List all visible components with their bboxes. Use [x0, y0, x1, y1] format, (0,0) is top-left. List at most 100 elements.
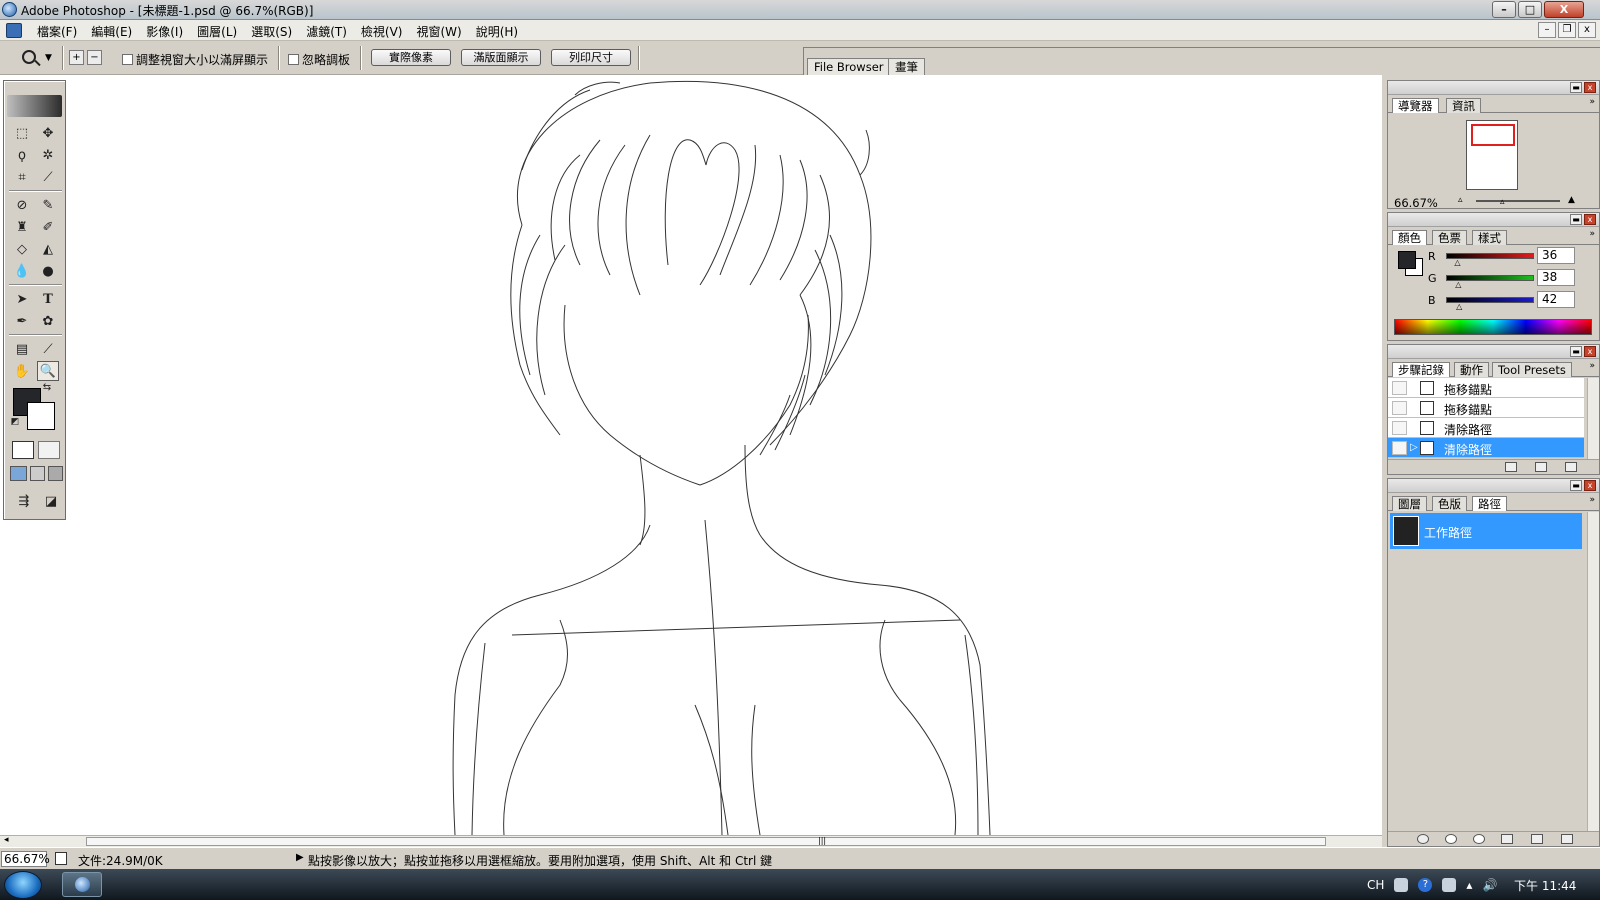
eraser-tool-icon[interactable]: ◇: [11, 239, 33, 259]
history-scrollbar[interactable]: [1587, 378, 1599, 460]
path-item-work-path[interactable]: 工作路徑: [1390, 513, 1582, 549]
eyedropper-tool-icon[interactable]: ⟋: [37, 339, 59, 359]
stroke-path-icon[interactable]: [1445, 834, 1457, 844]
type-tool-icon[interactable]: T: [37, 289, 59, 309]
menu-file[interactable]: 檔案(F): [30, 23, 84, 40]
dodge-tool-icon[interactable]: ●: [37, 261, 59, 281]
crop-tool-icon[interactable]: ⌗: [11, 167, 33, 187]
history-item[interactable]: 清除路徑: [1388, 418, 1584, 438]
language-indicator[interactable]: CH: [1367, 878, 1384, 892]
tab-info[interactable]: 資訊: [1446, 98, 1481, 113]
tab-swatches[interactable]: 色票: [1432, 230, 1467, 245]
clone-stamp-tool-icon[interactable]: ♜: [11, 217, 33, 237]
navigator-zoom-slider[interactable]: [1476, 200, 1560, 202]
path-selection-tool-icon[interactable]: ➤: [11, 289, 33, 309]
palette-header[interactable]: ▬ x: [1388, 345, 1599, 359]
navigator-view-box[interactable]: [1471, 124, 1515, 146]
pen-tool-icon[interactable]: ✒: [11, 311, 33, 331]
history-item[interactable]: 拖移錨點: [1388, 378, 1584, 398]
palette-close-button[interactable]: x: [1584, 346, 1596, 357]
make-work-path-icon[interactable]: [1501, 834, 1513, 844]
history-source-checkbox[interactable]: [1392, 381, 1407, 395]
minimize-button[interactable]: –: [1492, 1, 1516, 18]
menu-layer[interactable]: 圖層(L): [190, 23, 244, 40]
green-value-field[interactable]: 38: [1537, 269, 1575, 286]
menu-select[interactable]: 選取(S): [244, 23, 299, 40]
keyboard-icon[interactable]: [1394, 877, 1409, 892]
standard-mode-button[interactable]: [12, 441, 34, 459]
palette-minimize-button[interactable]: ▬: [1570, 214, 1582, 225]
new-path-icon[interactable]: [1531, 834, 1543, 844]
tab-channels[interactable]: 色版: [1432, 496, 1467, 511]
swap-colors-icon[interactable]: ⇆: [40, 381, 54, 393]
document-size-info[interactable]: 文件:24.9M/0K: [78, 852, 163, 869]
tab-brushes[interactable]: 畫筆: [888, 58, 925, 75]
zoom-in-icon[interactable]: +: [69, 50, 84, 65]
lasso-tool-icon[interactable]: ϙ: [11, 145, 33, 165]
palette-menu-icon[interactable]: »: [1589, 361, 1595, 371]
history-source-checkbox[interactable]: [1392, 401, 1407, 415]
load-path-as-selection-icon[interactable]: [1473, 834, 1485, 844]
taskbar-photoshop-button[interactable]: [62, 872, 102, 897]
slice-tool-icon[interactable]: ⟋: [37, 167, 59, 187]
menu-help[interactable]: 說明(H): [469, 23, 525, 40]
brush-tool-icon[interactable]: ✎: [37, 195, 59, 215]
hand-tool-icon[interactable]: ✋: [11, 361, 33, 381]
custom-shape-tool-icon[interactable]: ✿: [37, 311, 59, 331]
new-snapshot-icon[interactable]: [1535, 462, 1547, 472]
history-source-checkbox[interactable]: [1392, 421, 1407, 435]
actual-pixels-button[interactable]: 實際像素: [371, 49, 451, 66]
palette-close-button[interactable]: x: [1584, 214, 1596, 225]
blue-slider-handle[interactable]: △: [1456, 302, 1462, 311]
document-canvas[interactable]: [0, 75, 1382, 835]
delete-state-icon[interactable]: [1565, 462, 1577, 472]
new-document-from-state-icon[interactable]: [1505, 462, 1517, 472]
tab-layers[interactable]: 圖層: [1392, 496, 1427, 511]
paths-scrollbar[interactable]: [1587, 512, 1599, 832]
navigator-thumbnail[interactable]: [1466, 120, 1518, 190]
clock[interactable]: 下午 11:44: [1514, 877, 1576, 894]
zoom-in-small-icon[interactable]: ▲: [1568, 195, 1575, 205]
palette-close-button[interactable]: x: [1584, 82, 1596, 93]
green-slider-handle[interactable]: △: [1455, 280, 1461, 289]
zoom-tool-icon[interactable]: [22, 50, 36, 64]
ignore-palettes-option[interactable]: 忽略調板: [288, 51, 350, 68]
navigator-slider-handle[interactable]: ▵: [1500, 197, 1505, 207]
palette-minimize-button[interactable]: ▬: [1570, 346, 1582, 357]
default-colors-icon[interactable]: ◩: [9, 416, 21, 428]
zoom-tool-icon[interactable]: 🔍: [37, 361, 59, 381]
blur-tool-icon[interactable]: 💧: [11, 261, 33, 281]
tab-navigator[interactable]: 導覽器: [1392, 98, 1439, 113]
start-button[interactable]: [4, 871, 42, 899]
full-screen-mode-icon[interactable]: [48, 466, 63, 481]
scroll-thumb[interactable]: [86, 837, 1326, 846]
tab-styles[interactable]: 樣式: [1472, 230, 1507, 245]
imageready-icon[interactable]: ◪: [40, 491, 62, 511]
adobe-online-button[interactable]: [7, 95, 62, 117]
menu-image[interactable]: 影像(I): [139, 23, 190, 40]
magic-wand-tool-icon[interactable]: ✲: [37, 145, 59, 165]
document-menu-icon[interactable]: [6, 23, 22, 38]
standard-screen-mode-icon[interactable]: [10, 466, 27, 481]
history-source-checkbox[interactable]: [1392, 441, 1407, 455]
notes-tool-icon[interactable]: ▤: [11, 339, 33, 359]
menu-view[interactable]: 檢視(V): [354, 23, 410, 40]
palette-menu-icon[interactable]: »: [1589, 97, 1595, 107]
status-zoom-field[interactable]: 66.67%: [1, 851, 50, 867]
status-menu-arrow-icon[interactable]: ▶: [296, 852, 304, 863]
menu-edit[interactable]: 編輯(E): [84, 23, 139, 40]
palette-menu-icon[interactable]: »: [1589, 495, 1595, 505]
red-slider-handle[interactable]: △: [1454, 258, 1460, 267]
doc-minimize-button[interactable]: –: [1538, 22, 1556, 38]
doc-restore-button[interactable]: ❐: [1558, 22, 1576, 38]
move-tool-icon[interactable]: ✥: [37, 123, 59, 143]
photoshop-app-icon[interactable]: [2, 2, 17, 17]
palette-minimize-button[interactable]: ▬: [1570, 82, 1582, 93]
fit-on-screen-button[interactable]: 滿版面顯示: [461, 49, 541, 66]
palette-header[interactable]: ▬ x: [1388, 213, 1599, 227]
fill-path-icon[interactable]: [1417, 834, 1429, 844]
paint-bucket-tool-icon[interactable]: ◭: [37, 239, 59, 259]
color-foreground-swatch[interactable]: [1398, 251, 1416, 269]
close-button[interactable]: X: [1544, 1, 1584, 18]
palette-minimize-button[interactable]: ▬: [1570, 480, 1582, 491]
